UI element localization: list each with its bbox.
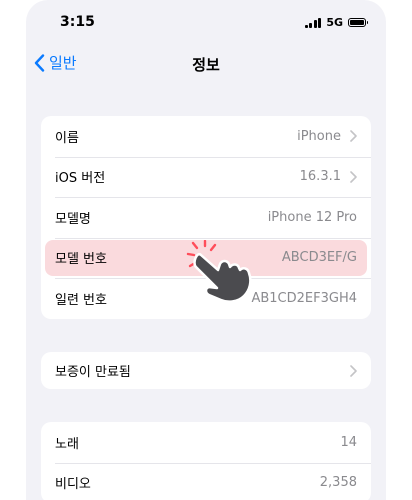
warranty-row[interactable]: 보증이 만료됨 <box>41 352 371 389</box>
row-value: AB1CD2EF3GH4 <box>251 291 357 306</box>
media-row-videos: 비디오 2,358 <box>41 463 371 500</box>
chevron-right-icon <box>350 130 357 142</box>
media-row-songs: 노래 14 <box>41 422 371 463</box>
status-time: 3:15 <box>60 14 95 30</box>
warranty-group: 보증이 만료됨 <box>41 352 371 389</box>
row-label: iOS 버전 <box>55 167 300 186</box>
row-value: 2,358 <box>320 475 357 490</box>
media-count-group: 노래 14 비디오 2,358 <box>41 422 371 500</box>
status-indicators: 5G <box>305 16 366 29</box>
row-label: 비디오 <box>55 473 320 492</box>
tap-hand-icon <box>184 240 264 306</box>
row-value: iPhone <box>297 129 341 144</box>
info-row-name[interactable]: 이름 iPhone <box>41 116 371 157</box>
row-label: 이름 <box>55 127 297 146</box>
network-type: 5G <box>326 16 343 29</box>
chevron-right-icon <box>350 365 357 377</box>
info-row-ios-version[interactable]: iOS 버전 16.3.1 <box>41 157 371 198</box>
battery-icon <box>348 18 366 27</box>
navigation-bar: 일반 정보 <box>26 46 386 82</box>
row-value: 14 <box>340 435 357 450</box>
row-label: 노래 <box>55 433 340 452</box>
row-label: 보증이 만료됨 <box>55 361 341 380</box>
status-bar: 3:15 5G <box>26 0 386 44</box>
row-value: 16.3.1 <box>300 169 341 184</box>
page-title: 정보 <box>26 54 386 75</box>
chevron-right-icon <box>350 171 357 183</box>
row-value: iPhone 12 Pro <box>268 210 357 225</box>
cellular-signal-icon <box>305 18 322 28</box>
row-label: 모델명 <box>55 208 268 227</box>
row-value: ABCD3EF/G <box>282 250 357 265</box>
info-row-model-name: 모델명 iPhone 12 Pro <box>41 197 371 238</box>
